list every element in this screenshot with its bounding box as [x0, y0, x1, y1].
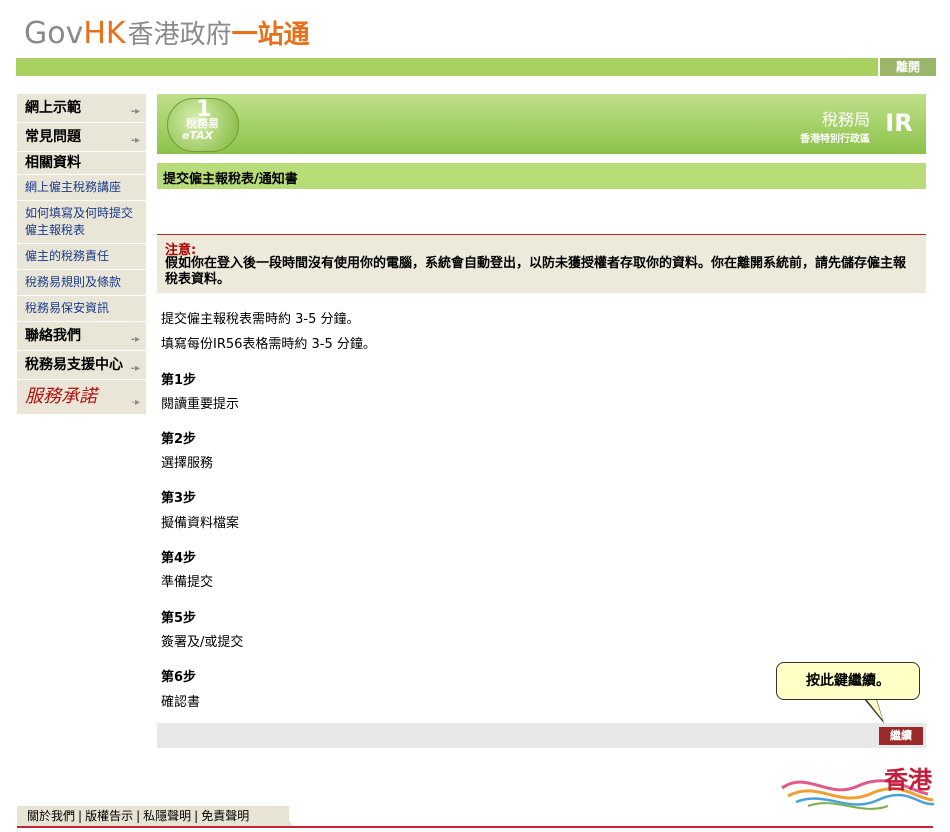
footer-link-copyright[interactable]: 版權告示: [85, 809, 133, 823]
sidebar-item-label: 稅務易支援中心: [25, 357, 123, 373]
ird-name: 稅務局 香港特別行政區: [800, 106, 870, 145]
sidebar-heading-related: 相關資料: [17, 152, 146, 175]
footer-links: 關於我們 | 版權告示 | 私隱聲明 | 免責聲明: [17, 806, 289, 826]
footer-link-privacy[interactable]: 私隱聲明: [143, 809, 191, 823]
brand-hk-logo: 香港: [778, 760, 938, 820]
logout-button[interactable]: 離開: [878, 58, 936, 76]
sidebar-item-security[interactable]: 稅務易保安資訊: [17, 296, 146, 322]
sidebar-item-label: 網上僱主稅務講座: [25, 180, 122, 194]
step-3-title: 第3步: [161, 491, 197, 506]
footer-tab-edge: [279, 806, 293, 826]
etax-logo-en: eTAX: [182, 129, 214, 142]
step-5-title: 第5步: [161, 611, 197, 626]
ird-region-text: 香港特別行政區: [800, 134, 870, 145]
continue-tooltip: 按此鍵繼續。: [776, 662, 920, 700]
info-time-ir56: 填寫每份IR56表格需時約 3-5 分鐘。: [161, 337, 376, 352]
sidebar-item-label: 聯絡我們: [25, 328, 81, 344]
sidebar-heading-label: 相關資料: [25, 155, 81, 171]
sidebar-item-label: 服務承諾: [25, 386, 97, 407]
sidebar-item-label: 網上示範: [25, 100, 81, 116]
sidebar-item-label: 稅務易保安資訊: [25, 301, 110, 315]
ird-logo-icon: IR: [885, 109, 913, 137]
sidebar-item-label: 僱主的稅務責任: [25, 249, 110, 263]
logo-gov: Gov: [24, 16, 84, 51]
etax-logo: 1 稅務易 eTAX: [167, 97, 239, 152]
step-6-title: 第6步: [161, 670, 197, 685]
ird-name-text: 稅務局: [821, 110, 870, 129]
arrow-right-icon: -▸: [130, 363, 140, 374]
action-bar: 繼續: [157, 723, 926, 748]
page-title: 提交僱主報稅表/通知書: [163, 172, 298, 187]
sidebar-item-service-pledge[interactable]: 服務承諾 -▸: [17, 380, 146, 415]
footer-rule: [17, 826, 933, 828]
continue-button[interactable]: 繼續: [879, 727, 923, 745]
brand-hk-text: 香港: [884, 766, 932, 794]
sidebar-item-label: 稅務易規則及條款: [25, 275, 122, 289]
step-5-desc: 簽署及/或提交: [161, 635, 244, 650]
logo-cn-name: 香港政府: [127, 20, 232, 50]
arrow-right-icon: -▸: [131, 397, 140, 408]
govhk-logo[interactable]: Gov HK 香港政府 一站通: [24, 14, 310, 51]
footer-link-disclaimer[interactable]: 免責聲明: [201, 809, 249, 823]
sidebar-item-seminar[interactable]: 網上僱主稅務講座: [17, 175, 146, 201]
arrow-right-icon: -▸: [130, 106, 140, 117]
sidebar-item-tax-obligations[interactable]: 僱主的稅務責任: [17, 244, 146, 270]
step-4-title: 第4步: [161, 551, 197, 566]
top-bar: 離開: [16, 58, 936, 76]
sidebar-item-terms[interactable]: 稅務易規則及條款: [17, 270, 146, 296]
footer-separator: |: [194, 809, 199, 823]
step-1-desc: 閱讀重要提示: [161, 397, 240, 412]
step-6-desc: 確認書: [161, 695, 201, 710]
logo-cn-onestop: 一站通: [231, 20, 310, 50]
info-time-returns: 提交僱主報稅表需時約 3-5 分鐘。: [161, 312, 360, 327]
sidebar-item-label: 常見問題: [25, 129, 81, 145]
footer-separator: |: [78, 809, 83, 823]
step-2-desc: 選擇服務: [161, 456, 214, 471]
step-3-desc: 擬備資料檔案: [161, 516, 240, 531]
logo-hk: HK: [83, 16, 126, 51]
sidebar-item-label: 如何填寫及何時提交僱主報稅表: [25, 206, 134, 237]
sidebar-item-faq[interactable]: 常見問題 -▸: [17, 123, 146, 152]
sidebar-item-demo[interactable]: 網上示範 -▸: [17, 94, 146, 123]
step-2-title: 第2步: [161, 432, 197, 447]
arrow-right-icon: -▸: [130, 135, 140, 146]
page-title-bar: 提交僱主報稅表/通知書: [157, 163, 926, 189]
step-4-desc: 準備提交: [161, 575, 214, 590]
step-1-title: 第1步: [161, 373, 197, 388]
notice-box: 注意: 假如你在登入後一段時間沒有使用你的電腦，系統會自動登出，以防未獲授權者存…: [157, 234, 926, 293]
notice-text: 假如你在登入後一段時間沒有使用你的電腦，系統會自動登出，以防未獲授權者存取你的資…: [165, 256, 907, 287]
sidebar-item-how-to-file[interactable]: 如何填寫及何時提交僱主報稅表: [17, 201, 146, 244]
arrow-right-icon: -▸: [130, 334, 140, 345]
sidebar-item-contact[interactable]: 聯絡我們 -▸: [17, 322, 146, 351]
sidebar-item-support[interactable]: 稅務易支援中心 -▸: [17, 351, 146, 380]
sidebar: 網上示範 -▸ 常見問題 -▸ 相關資料 網上僱主稅務講座 如何填寫及何時提交僱…: [17, 94, 146, 415]
footer-link-about[interactable]: 關於我們: [27, 809, 75, 823]
footer-separator: |: [136, 809, 141, 823]
etax-banner: 1 稅務易 eTAX 稅務局 香港特別行政區 IR: [157, 94, 926, 154]
